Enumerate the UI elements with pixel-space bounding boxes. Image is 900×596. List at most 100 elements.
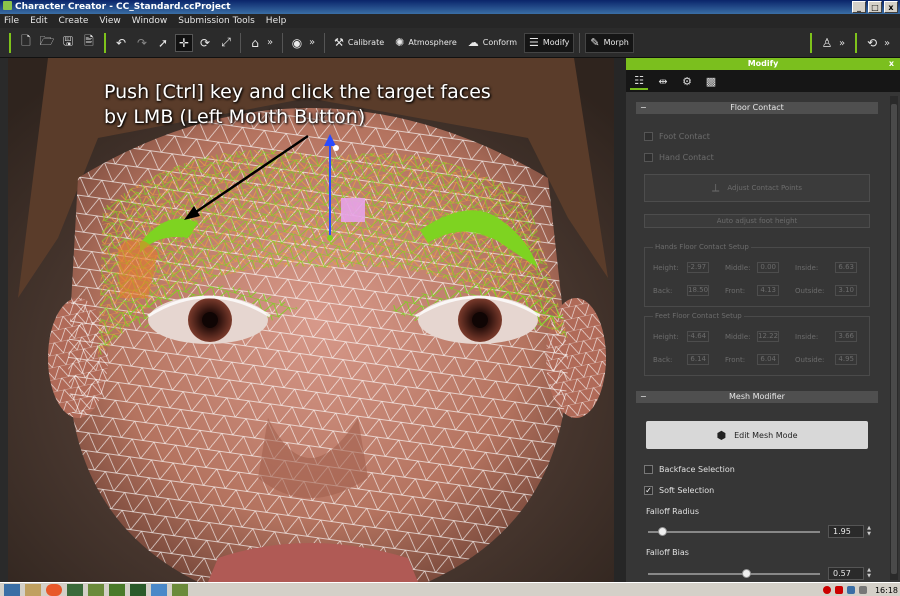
foot-contact-row[interactable]: Foot Contact [644, 132, 710, 141]
undo-icon[interactable]: ↶ [112, 34, 130, 52]
minimize-button[interactable]: _ [852, 1, 866, 13]
falloff-radius-spinner[interactable]: ▲ ▼ [866, 525, 872, 538]
hands-height-field[interactable]: -2.97 [687, 262, 709, 273]
scrollbar-thumb[interactable] [891, 104, 897, 574]
home-camera-icon[interactable]: ⌂ [246, 34, 264, 52]
morph-slider-tab-icon[interactable]: ⚙ [678, 72, 696, 90]
volume-icon[interactable] [858, 586, 867, 594]
panel-close-icon[interactable]: x [889, 58, 894, 70]
dreamweaver-taskbar-icon[interactable] [67, 583, 83, 596]
face-mesh-render[interactable] [8, 58, 614, 582]
toolbar-more-button[interactable]: » [267, 37, 277, 48]
hands-outside-field[interactable]: 3.10 [835, 285, 857, 296]
redo-icon[interactable]: ↷ [133, 34, 151, 52]
adjust-contact-points-button[interactable]: ⟂ Adjust Contact Points [644, 174, 870, 202]
falloff-radius-handle[interactable] [657, 527, 667, 536]
browser-taskbar-icon[interactable] [46, 583, 62, 596]
toolbar-more-button[interactable]: » [884, 38, 894, 49]
app-taskbar-icon[interactable] [88, 583, 104, 596]
atmosphere-label: Atmosphere [408, 38, 457, 47]
toolbar-more-button[interactable]: » [309, 37, 319, 48]
toolbar-more-button[interactable]: » [839, 38, 849, 49]
feet-height-field[interactable]: -4.64 [687, 331, 709, 342]
falloff-bias-spinner[interactable]: ▲ ▼ [866, 567, 872, 580]
falloff-bias-value[interactable]: 0.57 [828, 567, 864, 580]
hand-contact-row[interactable]: Hand Contact [644, 153, 714, 162]
feet-outside-field[interactable]: 4.95 [835, 354, 857, 365]
app2-taskbar-icon[interactable] [172, 583, 188, 596]
annotation-line-2: by LMB (Left Mouth Button) [104, 106, 366, 128]
auto-adjust-foot-height-button[interactable]: Auto adjust foot height [644, 214, 870, 228]
morph-button[interactable]: ✎ Morph [585, 32, 634, 53]
foot-contact-checkbox[interactable] [644, 132, 653, 141]
hand-contact-checkbox[interactable] [644, 153, 653, 162]
floor-contact-header[interactable]: − Floor Contact [636, 102, 878, 114]
save-icon[interactable]: 🖫 [59, 34, 77, 52]
toolbar-divider [240, 32, 241, 53]
soft-selection-row[interactable]: ✓ Soft Selection [644, 486, 714, 495]
menu-edit[interactable]: Edit [30, 16, 47, 26]
backface-selection-label: Backface Selection [659, 465, 735, 474]
feet-group-title: Feet Floor Contact Setup [653, 312, 744, 320]
feet-height-label: Height: [653, 333, 679, 341]
feet-front-field[interactable]: 6.04 [757, 354, 779, 365]
alert-icon[interactable] [834, 586, 843, 594]
character-creator-taskbar-icon[interactable] [109, 583, 125, 596]
eye-icon[interactable]: ◉ [288, 34, 306, 52]
menu-window[interactable]: Window [132, 16, 168, 26]
atmosphere-button[interactable]: ✺ Atmosphere [391, 33, 461, 53]
feet-back-field[interactable]: 6.14 [687, 354, 709, 365]
edit-mesh-mode-button[interactable]: ⬢ Edit Mesh Mode [646, 421, 868, 449]
backface-selection-row[interactable]: Backface Selection [644, 465, 735, 474]
close-button[interactable]: x [884, 1, 898, 13]
menu-submission-tools[interactable]: Submission Tools [178, 16, 255, 26]
panel-scrollbar[interactable] [890, 96, 898, 580]
feet-inside-field[interactable]: 3.66 [835, 331, 857, 342]
falloff-radius-slider[interactable] [648, 527, 820, 536]
move-icon[interactable]: ✛ [175, 33, 193, 52]
scale-icon[interactable]: ⤢ [217, 34, 235, 52]
network-icon[interactable] [846, 586, 855, 594]
menu-help[interactable]: Help [266, 16, 287, 26]
record-icon[interactable] [822, 586, 831, 594]
hands-inside-field[interactable]: 6.63 [835, 262, 857, 273]
panel-splitter[interactable] [614, 58, 626, 582]
start-button[interactable] [4, 583, 20, 596]
select-arrow-icon[interactable]: ➚ [154, 34, 172, 52]
calibrate-button[interactable]: ⚒ Calibrate [330, 33, 388, 53]
hands-middle-field[interactable]: 0.00 [757, 262, 779, 273]
falloff-radius-value[interactable]: 1.95 [828, 525, 864, 538]
feet-back-label: Back: [653, 356, 673, 364]
new-file-icon[interactable]: 🗋 [17, 34, 35, 52]
mesh-modifier-header[interactable]: − Mesh Modifier [636, 391, 878, 403]
hands-front-field[interactable]: 4.13 [757, 285, 779, 296]
hands-floor-contact-group: Hands Floor Contact Setup Height: -2.97 … [644, 243, 870, 307]
window-taskbar-icon[interactable] [151, 583, 167, 596]
hands-group-title: Hands Floor Contact Setup [653, 243, 751, 251]
floor-contact-title: Floor Contact [730, 103, 784, 112]
rotate-icon[interactable]: ⟳ [196, 34, 214, 52]
fireworks-taskbar-icon[interactable] [130, 583, 146, 596]
falloff-bias-handle[interactable] [742, 569, 752, 578]
modify-button[interactable]: ☰ Modify [524, 32, 575, 53]
sync-icon[interactable]: ⟲ [863, 34, 881, 52]
maximize-button[interactable]: □ [868, 1, 882, 13]
feet-middle-field[interactable]: 12.22 [757, 331, 779, 342]
falloff-bias-slider[interactable] [648, 569, 820, 578]
open-folder-icon[interactable]: 🗁 [38, 34, 56, 52]
soft-selection-checkbox[interactable]: ✓ [644, 486, 653, 495]
backface-selection-checkbox[interactable] [644, 465, 653, 474]
attribute-tab-icon[interactable]: ☷ [630, 72, 648, 90]
menu-view[interactable]: View [99, 16, 120, 26]
character-icon[interactable]: ♙ [818, 34, 836, 52]
checker-tab-icon[interactable]: ▩ [702, 72, 720, 90]
conform-button[interactable]: ☁ Conform [464, 33, 521, 53]
save-as-icon[interactable]: 🖹 [80, 34, 98, 52]
3d-viewport[interactable]: Push [Ctrl] key and click the target fac… [8, 58, 614, 582]
menu-file[interactable]: File [4, 16, 19, 26]
menu-create[interactable]: Create [59, 16, 89, 26]
hands-back-label: Back: [653, 287, 673, 295]
motion-pivot-tab-icon[interactable]: ⇹ [654, 72, 672, 90]
explorer-taskbar-icon[interactable] [25, 583, 41, 596]
hands-back-field[interactable]: 18.50 [687, 285, 709, 296]
